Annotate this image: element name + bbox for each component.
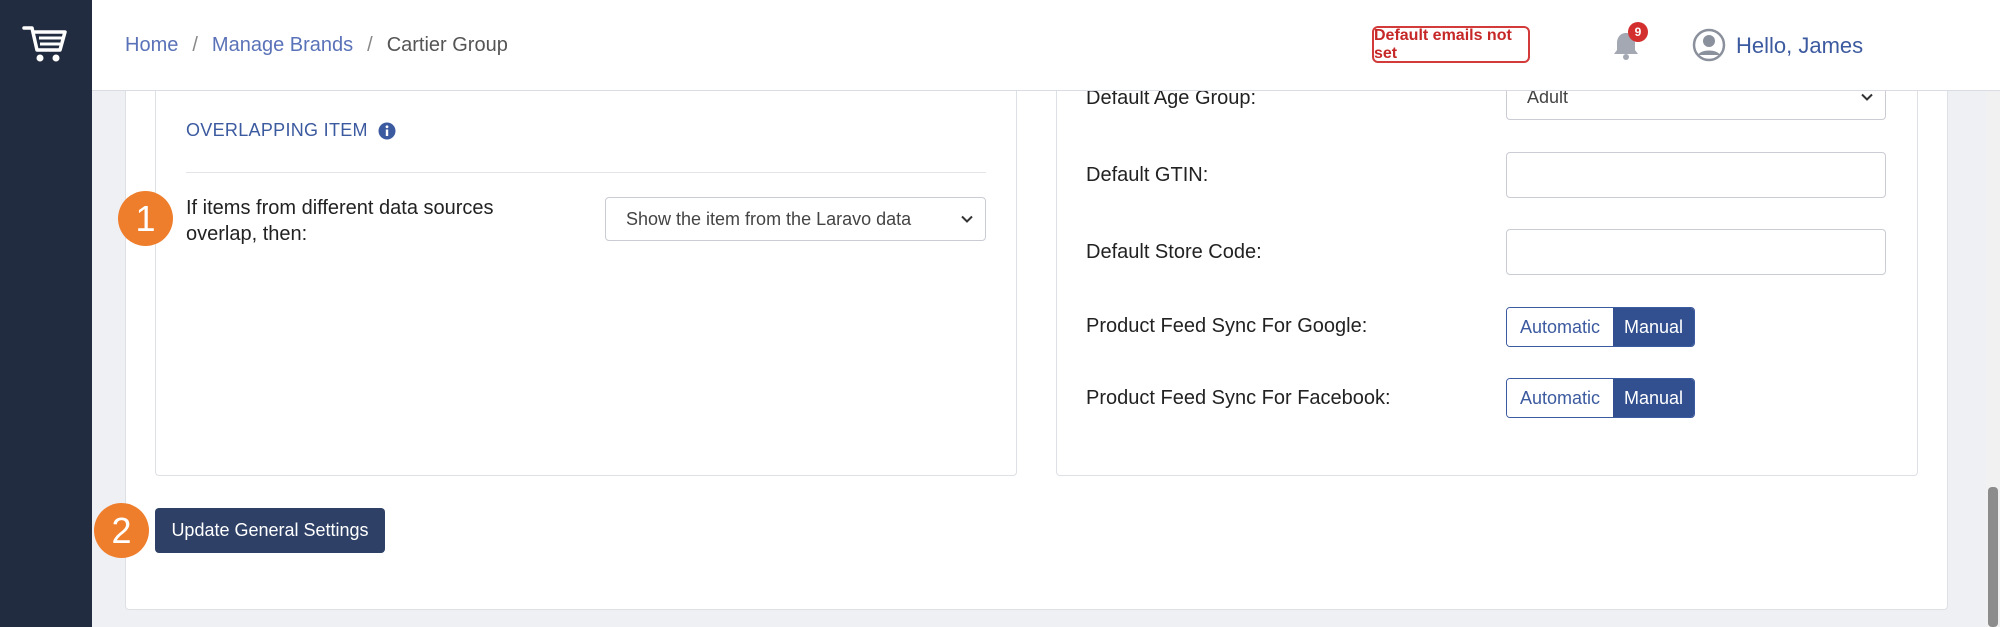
info-icon[interactable] [378, 122, 396, 140]
default-gtin-input[interactable] [1506, 152, 1886, 198]
notification-count-badge: 9 [1628, 22, 1648, 42]
section-divider [186, 172, 986, 173]
step-2-badge: 2 [94, 503, 149, 558]
step-1-badge: 1 [118, 191, 173, 246]
overlapping-item-heading: OVERLAPPING ITEM [186, 120, 396, 141]
breadcrumb-separator: / [367, 34, 373, 56]
overlap-rule-selected-value: Show the item from the Laravo data [626, 208, 912, 229]
page-scrollbar[interactable] [1986, 91, 2000, 627]
google-sync-toggle: Automatic Manual [1506, 307, 1695, 347]
breadcrumb-manage-brands[interactable]: Manage Brands [212, 34, 353, 57]
overlap-rule-select[interactable]: Show the item from the Laravo data [605, 197, 986, 241]
user-greeting[interactable]: Hello, James [1736, 33, 1863, 59]
sidebar [0, 0, 92, 627]
cart-logo-icon[interactable] [22, 20, 70, 68]
default-store-code-label: Default Store Code: [1086, 241, 1262, 263]
facebook-sync-automatic-option[interactable]: Automatic [1507, 379, 1613, 417]
chevron-down-icon [1859, 89, 1875, 105]
default-emails-warning-badge[interactable]: Default emails not set [1372, 26, 1530, 63]
overlapping-item-title: OVERLAPPING ITEM [186, 120, 368, 140]
default-store-code-input[interactable] [1506, 229, 1886, 275]
google-sync-label: Product Feed Sync For Google: [1086, 315, 1368, 337]
default-gtin-label: Default GTIN: [1086, 164, 1209, 186]
facebook-sync-label: Product Feed Sync For Facebook: [1086, 387, 1391, 409]
scrollbar-thumb[interactable] [1988, 487, 1998, 627]
breadcrumb-separator: / [192, 34, 198, 56]
overlap-rule-label: If items from different data sources ove… [186, 197, 494, 245]
breadcrumb-home[interactable]: Home [125, 34, 178, 57]
update-general-settings-button[interactable]: Update General Settings [155, 508, 385, 553]
facebook-sync-manual-option[interactable]: Manual [1613, 379, 1694, 417]
google-sync-manual-option[interactable]: Manual [1613, 308, 1694, 346]
facebook-sync-toggle: Automatic Manual [1506, 378, 1695, 418]
chevron-down-icon [959, 211, 975, 227]
breadcrumb: Home / Manage Brands / Cartier Group [125, 34, 508, 57]
user-avatar-icon[interactable] [1692, 28, 1726, 62]
breadcrumb-current: Cartier Group [386, 34, 508, 56]
google-sync-automatic-option[interactable]: Automatic [1507, 308, 1613, 346]
